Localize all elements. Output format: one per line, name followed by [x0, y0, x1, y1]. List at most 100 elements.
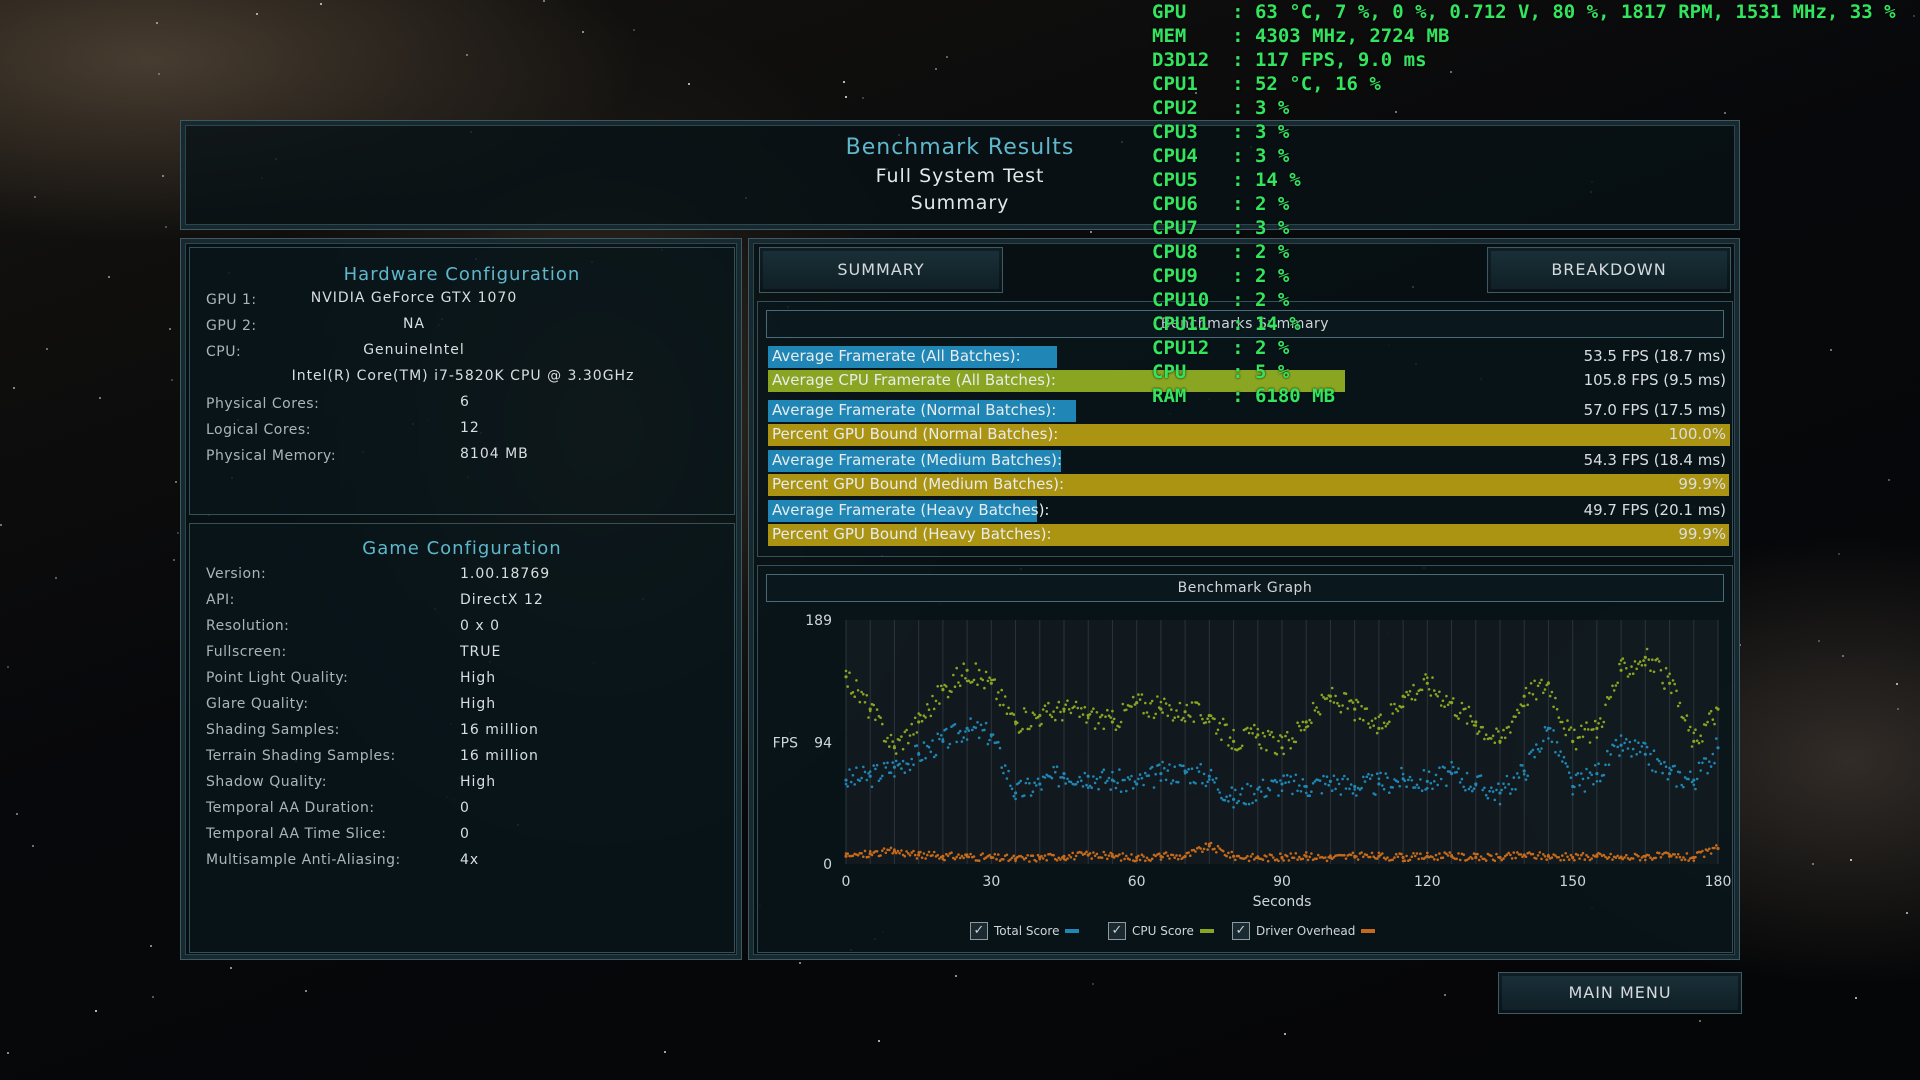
star	[156, 22, 158, 24]
graph-point	[1382, 721, 1386, 725]
graph-point	[1189, 854, 1192, 857]
graph-point	[1476, 732, 1479, 735]
graph-point	[898, 851, 901, 855]
graph-point	[1360, 786, 1363, 790]
graph-point	[1218, 791, 1221, 794]
graph-point	[1567, 728, 1571, 731]
graph-point	[1388, 791, 1391, 794]
star	[582, 31, 584, 33]
star	[935, 68, 937, 70]
graph-point	[936, 853, 939, 857]
graph-point	[952, 673, 955, 677]
graph-point	[1311, 701, 1315, 705]
graph-point	[865, 778, 869, 782]
graph-data-point	[844, 854, 848, 858]
graph-point	[1363, 780, 1367, 783]
graph-point	[1028, 782, 1031, 785]
legend-checkbox[interactable]: ✓	[1108, 922, 1126, 940]
graph-point	[1661, 771, 1664, 775]
graph-point	[1190, 701, 1194, 704]
graph-point	[908, 854, 912, 857]
graph-point	[984, 721, 988, 725]
graph-point	[1285, 854, 1289, 858]
graph-point	[1664, 666, 1668, 670]
graph-point	[1479, 855, 1483, 858]
graph-x-tick-label: 150	[1559, 874, 1586, 890]
graph-x-tick-label: 180	[1705, 874, 1732, 890]
graph-point	[1090, 857, 1093, 860]
tab-summary[interactable]: SUMMARY	[759, 247, 1003, 293]
graph-point	[1616, 745, 1619, 749]
legend-item-total-score[interactable]: ✓ Total Score	[970, 922, 1080, 940]
graph-point	[1007, 706, 1010, 710]
graph-point	[1346, 707, 1349, 710]
graph-point	[1427, 770, 1431, 773]
graph-point	[1583, 858, 1587, 861]
legend-checkbox[interactable]: ✓	[1232, 922, 1250, 940]
graph-point	[1232, 806, 1235, 809]
graph-point	[1142, 783, 1145, 787]
graph-x-tick-label: 30	[982, 874, 1000, 890]
graph-point	[1069, 780, 1073, 784]
graph-point	[1282, 752, 1285, 756]
graph-point	[1464, 789, 1467, 792]
graph-data-point	[1377, 854, 1381, 858]
graph-point	[1055, 706, 1059, 709]
graph-point	[1150, 857, 1154, 861]
graph-data-point	[1474, 782, 1478, 786]
star	[55, 577, 57, 579]
graph-point	[1360, 704, 1363, 708]
graph-data-point	[1328, 855, 1332, 860]
graph-point	[981, 678, 984, 682]
graph-point	[1683, 719, 1687, 722]
graph-point	[874, 767, 877, 771]
graph-point	[931, 854, 934, 857]
benchmark-summary-label: Average Framerate (Heavy Batches):	[772, 501, 1050, 519]
graph-point	[1066, 777, 1069, 781]
graph-point	[1261, 731, 1265, 735]
graph-point	[849, 780, 853, 784]
graph-point	[1168, 763, 1171, 766]
graph-point	[1586, 855, 1590, 859]
graph-data-point	[1595, 772, 1599, 776]
graph-point	[1374, 717, 1377, 720]
graph-point	[1422, 677, 1426, 681]
graph-point	[1074, 854, 1078, 858]
graph-point	[1391, 858, 1394, 862]
graph-point	[1197, 703, 1201, 706]
graph-point	[1495, 727, 1498, 730]
graph-point	[1626, 675, 1630, 678]
graph-point	[1329, 699, 1332, 703]
main-menu-button[interactable]: MAIN MENU	[1498, 972, 1742, 1014]
graph-point	[863, 849, 867, 853]
graph-point	[1618, 662, 1621, 666]
graph-point	[1045, 710, 1048, 713]
graph-point	[1405, 690, 1408, 694]
graph-point	[1467, 787, 1471, 791]
graph-point	[1199, 847, 1202, 850]
graph-point	[932, 755, 936, 759]
graph-point	[1443, 766, 1446, 769]
graph-data-point	[1062, 707, 1066, 711]
graph-point	[1244, 802, 1247, 806]
graph-point	[1130, 774, 1133, 778]
graph-point	[1133, 780, 1137, 783]
graph-point	[860, 690, 863, 694]
legend-checkbox[interactable]: ✓	[970, 922, 988, 940]
graph-point	[1458, 858, 1462, 862]
graph-point	[931, 694, 934, 698]
graph-point	[1490, 786, 1493, 789]
graph-point	[1085, 721, 1088, 724]
graph-point	[1221, 717, 1225, 721]
graph-point	[1493, 859, 1497, 863]
graph-point	[846, 785, 849, 788]
graph-point	[1593, 764, 1597, 767]
graph-data-point	[1086, 713, 1090, 718]
graph-point	[957, 681, 960, 684]
graph-point	[1533, 755, 1536, 759]
graph-point	[1164, 851, 1168, 854]
graph-data-point	[1425, 854, 1429, 858]
legend-item-driver-overhead[interactable]: ✓ Driver Overhead	[1232, 922, 1376, 940]
graph-point	[1344, 787, 1348, 790]
legend-item-cpu-score[interactable]: ✓ CPU Score	[1108, 922, 1214, 940]
